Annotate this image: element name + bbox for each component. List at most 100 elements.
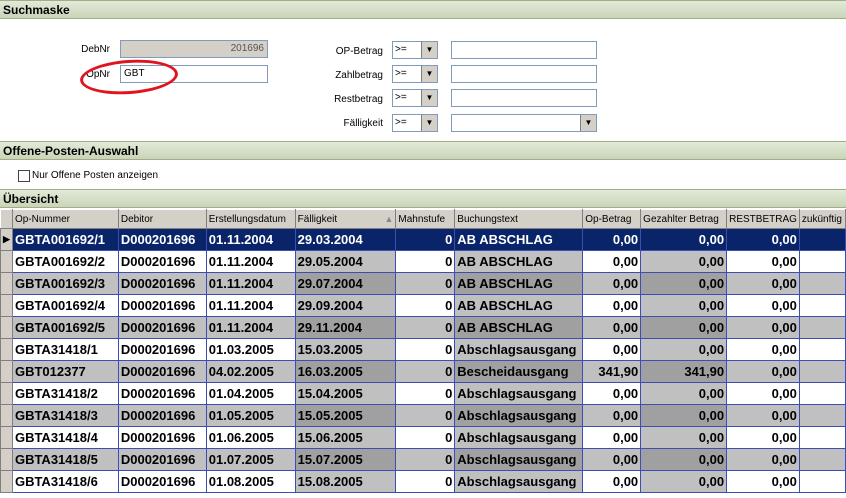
table-cell-zukuenftig[interactable] (798, 294, 846, 317)
table-cell[interactable]: Abschlagsausgang (454, 448, 584, 471)
table-cell-zukuenftig[interactable] (798, 360, 846, 383)
table-cell[interactable]: 341,90 (640, 360, 728, 383)
table-cell[interactable]: AB ABSCHLAG (454, 316, 584, 339)
table-cell[interactable]: 0 (395, 228, 456, 251)
zahlbetrag-operator-select[interactable]: >= ▼ (392, 65, 438, 83)
table-cell[interactable]: 01.11.2004 (205, 228, 296, 251)
row-selector[interactable] (0, 470, 13, 493)
table-cell[interactable]: 01.11.2004 (205, 294, 296, 317)
table-cell[interactable]: D000201696 (117, 382, 207, 405)
table-cell[interactable]: D000201696 (117, 360, 207, 383)
table-cell[interactable]: D000201696 (117, 228, 207, 251)
table-cell-zukuenftig[interactable] (798, 448, 846, 471)
table-cell[interactable]: 0,00 (726, 426, 800, 449)
table-cell[interactable]: 0,00 (582, 316, 642, 339)
table-cell[interactable]: D000201696 (117, 448, 207, 471)
table-cell[interactable]: 0,00 (726, 338, 800, 361)
table-cell[interactable]: D000201696 (117, 294, 207, 317)
column-header-restbetrag[interactable]: RESTBETRAG (726, 209, 800, 229)
chevron-down-icon[interactable]: ▼ (421, 90, 437, 106)
op-betrag-operator-select[interactable]: >= ▼ (392, 41, 438, 59)
faelligkeit-operator-select[interactable]: >= ▼ (392, 114, 438, 132)
table-cell[interactable]: 0,00 (726, 316, 800, 339)
table-cell[interactable]: 0,00 (582, 250, 642, 273)
table-cell[interactable]: GBTA001692/2 (11, 250, 119, 273)
table-cell[interactable]: 0 (395, 316, 456, 339)
open-items-only-label[interactable]: Nur Offene Posten anzeigen (32, 170, 232, 181)
table-row[interactable]: GBTA31418/3 D000201696 01.05.2005 15.05.200… (0, 404, 846, 427)
table-cell[interactable]: Abschlagsausgang (454, 470, 584, 493)
table-row[interactable]: GBTA31418/5 D000201696 01.07.2005 15.07.200… (0, 448, 846, 471)
table-cell[interactable]: 0 (395, 382, 456, 405)
row-selector[interactable] (0, 360, 13, 383)
table-row[interactable]: GBTA31418/2 D000201696 01.04.2005 15.04.200… (0, 382, 846, 405)
row-selector[interactable] (0, 382, 13, 405)
table-cell-zukuenftig[interactable] (798, 426, 846, 449)
debnr-field[interactable]: 201696 (120, 40, 268, 58)
table-cell[interactable]: D000201696 (117, 272, 207, 295)
table-cell[interactable]: 0 (395, 448, 456, 471)
table-cell[interactable]: 0,00 (582, 404, 642, 427)
table-cell[interactable]: 01.11.2004 (205, 272, 296, 295)
table-cell[interactable]: 0,00 (582, 338, 642, 361)
row-selector[interactable] (0, 338, 13, 361)
table-cell[interactable]: D000201696 (117, 316, 207, 339)
column-header-mahnstufe[interactable]: Mahnstufe (395, 209, 456, 229)
chevron-down-icon[interactable]: ▼ (580, 115, 596, 131)
table-cell[interactable]: GBTA31418/2 (11, 382, 119, 405)
table-cell[interactable]: D000201696 (117, 404, 207, 427)
table-cell[interactable]: 15.04.2005 (294, 382, 397, 405)
table-cell[interactable]: 0,00 (640, 448, 728, 471)
chevron-down-icon[interactable]: ▼ (421, 42, 437, 58)
table-cell[interactable]: 0 (395, 250, 456, 273)
table-cell[interactable]: Bescheidausgang (454, 360, 584, 383)
op-betrag-input[interactable] (451, 41, 597, 59)
table-cell[interactable]: GBTA31418/5 (11, 448, 119, 471)
table-cell[interactable]: 0,00 (726, 382, 800, 405)
table-cell[interactable]: 0,00 (726, 448, 800, 471)
table-cell[interactable]: 0,00 (726, 360, 800, 383)
table-cell[interactable]: 29.07.2004 (294, 272, 397, 295)
table-cell[interactable]: 01.08.2005 (205, 470, 296, 493)
table-cell[interactable]: 0 (395, 470, 456, 493)
table-cell[interactable]: 01.04.2005 (205, 382, 296, 405)
column-header-gezahlter-betrag[interactable]: Gezahlter Betrag (640, 209, 728, 229)
table-row[interactable]: GBTA31418/1 D000201696 01.03.2005 15.03.200… (0, 338, 846, 361)
table-cell[interactable]: GBTA001692/1 (11, 228, 119, 251)
table-row[interactable]: GBTA001692/4 D000201696 01.11.2004 29.09.20… (0, 294, 846, 317)
table-row[interactable]: ▶ GBTA001692/1 D000201696 01.11.2004 29.03.2… (0, 228, 846, 251)
table-cell[interactable]: D000201696 (117, 250, 207, 273)
table-row[interactable]: GBTA31418/6 D000201696 01.08.2005 15.08.200… (0, 470, 846, 493)
column-header-faelligkeit[interactable]: Fälligkeit ▲ (294, 209, 397, 229)
table-cell[interactable]: 0,00 (582, 448, 642, 471)
table-row[interactable]: GBTA001692/5 D000201696 01.11.2004 29.11.20… (0, 316, 846, 339)
column-header-debitor[interactable]: Debitor (117, 209, 207, 229)
table-cell[interactable]: GBTA31418/6 (11, 470, 119, 493)
row-selector[interactable] (0, 448, 13, 471)
table-cell[interactable]: 0,00 (582, 294, 642, 317)
table-cell-zukuenftig[interactable] (798, 250, 846, 273)
table-row[interactable]: GBTA001692/3 D000201696 01.11.2004 29.07.20… (0, 272, 846, 295)
table-cell[interactable]: 0,00 (582, 272, 642, 295)
row-selector[interactable] (0, 294, 13, 317)
table-cell[interactable]: GBT012377 (11, 360, 119, 383)
table-cell-zukuenftig[interactable] (798, 470, 846, 493)
table-cell[interactable]: 0,00 (640, 426, 728, 449)
table-cell[interactable]: 0,00 (640, 294, 728, 317)
table-cell[interactable]: AB ABSCHLAG (454, 250, 584, 273)
table-cell[interactable]: 0,00 (640, 338, 728, 361)
table-cell-zukuenftig[interactable] (798, 338, 846, 361)
table-cell[interactable]: 0,00 (640, 382, 728, 405)
table-cell[interactable]: 0,00 (640, 316, 728, 339)
table-cell[interactable]: 0 (395, 426, 456, 449)
table-cell[interactable]: 01.11.2004 (205, 250, 296, 273)
table-cell[interactable]: 29.03.2004 (294, 228, 397, 251)
table-cell[interactable]: AB ABSCHLAG (454, 228, 584, 251)
table-cell[interactable]: D000201696 (117, 470, 207, 493)
table-cell[interactable]: 04.02.2005 (205, 360, 296, 383)
table-row[interactable]: GBTA31418/4 D000201696 01.06.2005 15.06.200… (0, 426, 846, 449)
table-cell[interactable]: 15.07.2005 (294, 448, 397, 471)
table-cell[interactable]: 0,00 (640, 250, 728, 273)
row-selector[interactable]: ▶ (0, 228, 13, 251)
column-header-zukuenftig[interactable]: zukünftig (798, 209, 846, 229)
